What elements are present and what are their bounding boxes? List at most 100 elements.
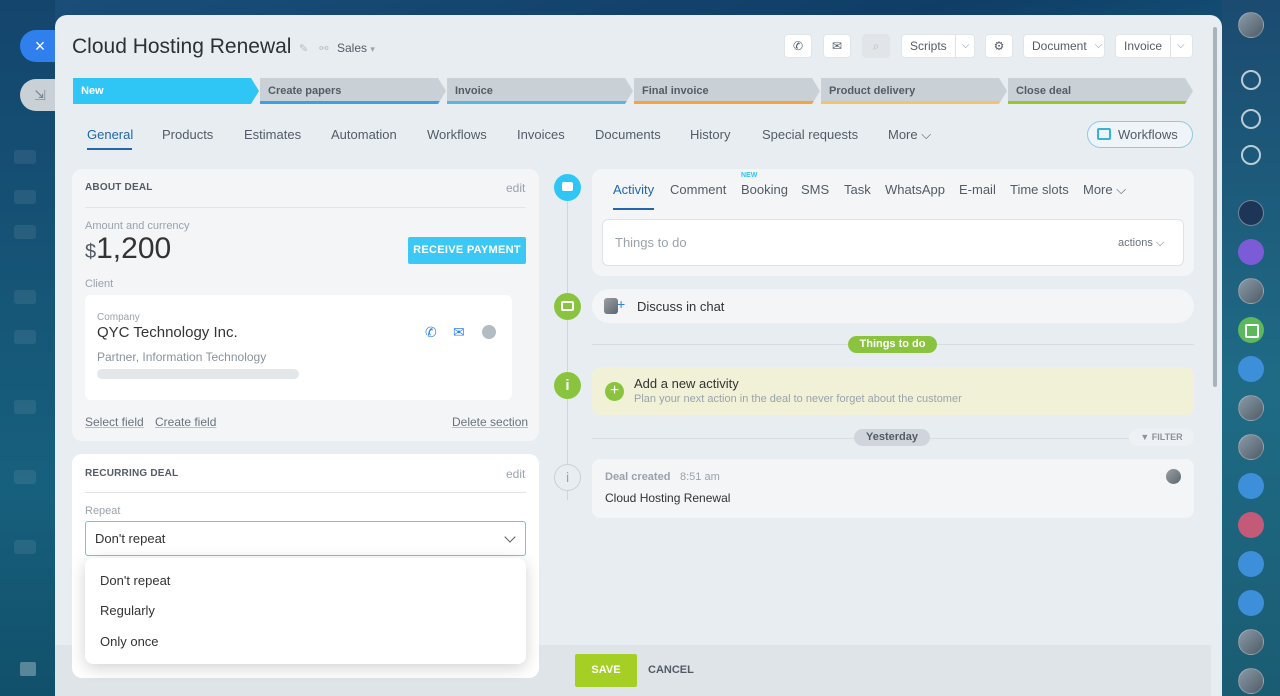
delete-section-link[interactable]: Delete section — [452, 415, 528, 429]
contact-avatar[interactable] — [1238, 629, 1264, 655]
copilot-icon[interactable] — [1238, 239, 1264, 265]
create-field-link[interactable]: Create field — [155, 415, 216, 429]
edit-link-icons[interactable]: ✎ ⚯ — [299, 42, 333, 55]
filter-button[interactable]: ▼ FILTER — [1129, 429, 1194, 446]
stage-label: Product delivery — [829, 85, 916, 97]
activity-tab-more[interactable]: More ⌵ — [1083, 182, 1126, 198]
contact-avatar[interactable] — [1238, 434, 1264, 460]
actions-dropdown[interactable]: actions ⌵ — [1118, 237, 1164, 250]
cancel-button[interactable]: CANCEL — [648, 664, 694, 676]
activity-tab-whatsapp[interactable]: WhatsApp — [885, 182, 945, 197]
tab-estimates[interactable]: Estimates — [244, 127, 301, 142]
amount-value[interactable]: $1,200 — [85, 232, 171, 266]
recurring-deal-heading: RECURRING DEAL — [85, 468, 179, 479]
filter-icon: ▼ — [1140, 432, 1150, 442]
repeat-select[interactable]: Don't repeat — [85, 521, 526, 556]
contact-avatar[interactable] — [1238, 668, 1264, 694]
minimize-slider-button[interactable]: ⇲ — [20, 79, 56, 111]
activity-tab-activity[interactable]: Activity — [613, 182, 654, 197]
stage-invoice[interactable]: Invoice — [447, 78, 633, 104]
info-icon: i — [554, 464, 581, 491]
new-badge: NEW — [741, 172, 758, 179]
tab-invoices[interactable]: Invoices — [517, 127, 565, 142]
author-avatar[interactable] — [1166, 469, 1181, 484]
add-activity-row[interactable] — [592, 367, 1194, 415]
contact-avatar[interactable] — [1238, 200, 1264, 226]
participant-avatar — [604, 298, 618, 314]
repeat-option-only-once[interactable]: Only once — [100, 634, 159, 649]
add-activity-hint: Plan your next action in the deal to nev… — [634, 393, 962, 405]
activity-tab-email[interactable]: E-mail — [959, 182, 996, 197]
group-icon[interactable] — [1238, 551, 1264, 577]
save-button[interactable]: SAVE — [575, 654, 637, 687]
user-avatar[interactable] — [1238, 12, 1264, 38]
checklist-icon[interactable] — [1238, 356, 1264, 382]
stage-close-deal[interactable]: Close deal — [1008, 78, 1193, 104]
stage-final-invoice[interactable]: Final invoice — [634, 78, 820, 104]
phone-icon[interactable]: ✆ — [425, 324, 441, 340]
yesterday-chip: Yesterday — [854, 429, 930, 446]
add-participant-icon[interactable]: + — [617, 296, 625, 312]
scrollbar[interactable] — [1213, 27, 1217, 387]
mail-icon[interactable]: ✉ — [453, 324, 469, 340]
email-button[interactable]: ✉ — [824, 35, 850, 57]
notifications-bell-icon[interactable] — [1241, 70, 1261, 90]
repeat-option-dont-repeat[interactable]: Don't repeat — [100, 573, 170, 588]
things-to-do-input[interactable] — [602, 219, 1184, 266]
deal-created-title[interactable]: Cloud Hosting Renewal — [605, 491, 730, 505]
close-slider-button[interactable]: × — [20, 30, 56, 62]
mail-icon[interactable] — [1238, 473, 1264, 499]
target-icon[interactable] — [1241, 109, 1261, 129]
about-deal-edit-link[interactable]: edit — [506, 181, 525, 195]
tab-products[interactable]: Products — [162, 127, 213, 142]
things-to-do-chip: Things to do — [848, 336, 937, 353]
deal-created-label: Deal created — [605, 471, 671, 483]
workflows-button[interactable]: Workflows — [1087, 121, 1193, 148]
tab-workflows[interactable]: Workflows — [427, 127, 487, 142]
company-name[interactable]: QYC Technology Inc. — [97, 324, 238, 341]
things-to-do-placeholder: Things to do — [615, 235, 687, 250]
workflow-icon — [1097, 128, 1111, 140]
tab-special-requests[interactable]: Special requests — [762, 127, 858, 142]
contact-avatar[interactable] — [1238, 395, 1264, 421]
printer-icon[interactable] — [20, 662, 36, 676]
activity-tab-more-label: More — [1083, 182, 1113, 197]
chat-button[interactable]: ⌕ — [863, 35, 889, 57]
settings-button[interactable]: ⚙ — [986, 35, 1012, 57]
scripts-dropdown[interactable]: Scripts ⌵ — [902, 35, 974, 57]
deal-title[interactable]: Cloud Hosting Renewal — [72, 35, 291, 59]
activity-tab-comment[interactable]: Comment — [670, 182, 726, 197]
company-label: Company — [97, 312, 140, 323]
pipeline-selector[interactable]: Sales ▾ — [337, 41, 375, 55]
receive-payment-button[interactable]: RECEIVE PAYMENT — [408, 237, 526, 264]
tab-automation[interactable]: Automation — [331, 127, 397, 142]
contact-avatar[interactable] — [1238, 278, 1264, 304]
menu-placeholder-icon — [14, 330, 36, 344]
chat-icon[interactable] — [482, 325, 496, 339]
activity-tab-task[interactable]: Task — [844, 182, 871, 197]
stage-create-papers[interactable]: Create papers — [260, 78, 446, 104]
recurring-deal-edit-link[interactable]: edit — [506, 467, 525, 481]
tab-more[interactable]: More ⌵ — [888, 127, 931, 143]
tab-general[interactable]: General — [87, 127, 133, 142]
stage-product-delivery[interactable]: Product delivery — [821, 78, 1007, 104]
add-activity-plus-icon[interactable]: + — [605, 382, 624, 401]
active-tab-indicator — [87, 148, 132, 150]
chat-icon: ⌕ — [872, 39, 880, 53]
call-button[interactable]: ✆ — [785, 35, 811, 57]
activity-tab-booking[interactable]: Booking — [741, 182, 788, 197]
document-dropdown[interactable]: Document ⌵ — [1024, 35, 1104, 57]
tasks-icon[interactable] — [1238, 317, 1264, 343]
repeat-option-regularly[interactable]: Regularly — [100, 603, 155, 618]
tab-documents[interactable]: Documents — [595, 127, 661, 142]
blurred-contact-line — [97, 369, 299, 379]
activity-tab-sms[interactable]: SMS — [801, 182, 829, 197]
select-field-link[interactable]: Select field — [85, 415, 144, 429]
chat-search-icon[interactable] — [1241, 145, 1261, 165]
group-icon[interactable] — [1238, 512, 1264, 538]
tab-history[interactable]: History — [690, 127, 730, 142]
invoice-dropdown[interactable]: Invoice ⌵ — [1116, 35, 1192, 57]
activity-tab-time-slots[interactable]: Time slots — [1010, 182, 1069, 197]
stage-new[interactable]: New — [73, 78, 259, 104]
bookmark-icon[interactable] — [1238, 590, 1264, 616]
